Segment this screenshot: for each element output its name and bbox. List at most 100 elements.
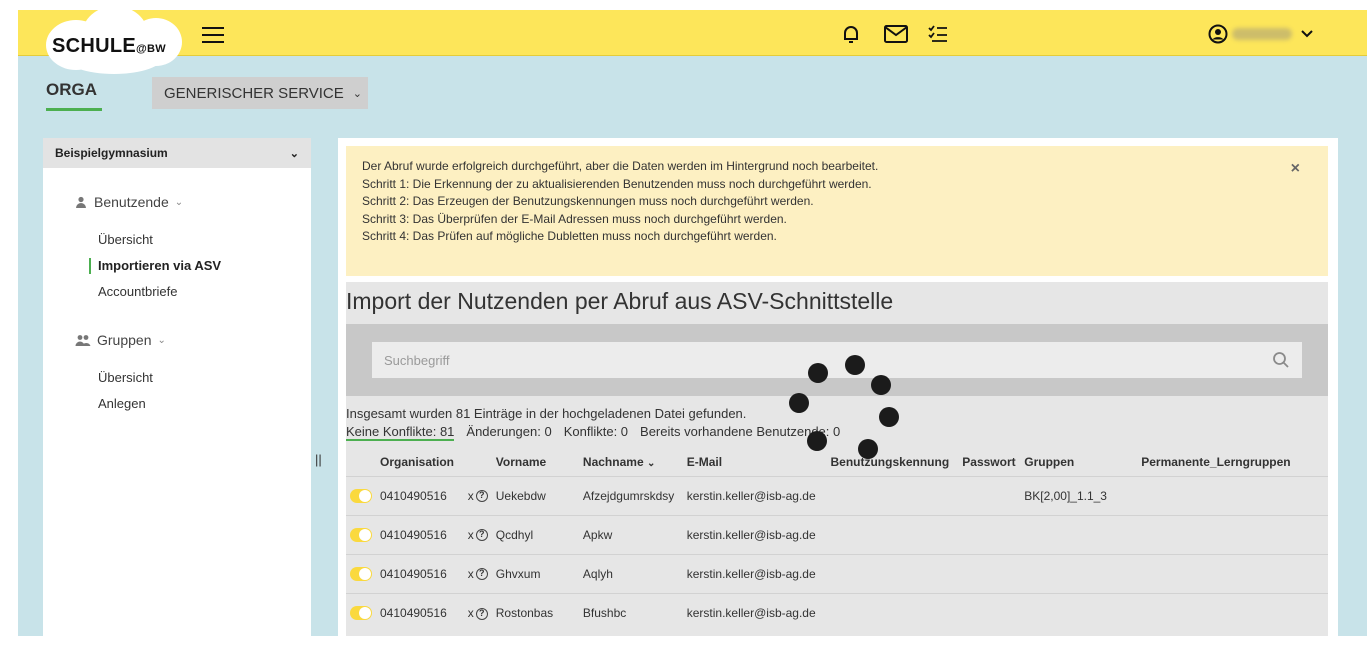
page-title: Import der Nutzenden per Abruf aus ASV-S… bbox=[346, 288, 894, 314]
logo-main: SCHULE bbox=[52, 35, 137, 57]
cell-gruppen: BK[2,00]_1.1_3 bbox=[1020, 475, 1138, 515]
cell-vorname: Ghvxum bbox=[491, 553, 579, 593]
checklist-icon[interactable] bbox=[926, 22, 950, 46]
cell-gruppen bbox=[1020, 553, 1138, 593]
filter-keine-konflikte[interactable]: Keine Konflikte: 81 bbox=[346, 424, 455, 441]
header-nachname-label: Nachname bbox=[582, 454, 644, 469]
cell-benutzungskennung bbox=[826, 592, 959, 632]
cell-permanente-lerngruppen bbox=[1137, 553, 1328, 593]
alert-line: Schritt 1: Die Erkennung der zu aktualis… bbox=[362, 176, 872, 191]
orga-tab[interactable]: ORGA bbox=[46, 80, 97, 100]
sidebar-item-uebersicht[interactable]: Übersicht bbox=[98, 232, 153, 247]
app-frame: SCHULE@BW ORGA GENERISCHER SERVICE ⌄ Bei… bbox=[18, 10, 1367, 636]
service-dropdown-label: GENERISCHER SERVICE bbox=[164, 84, 344, 102]
menu-icon[interactable] bbox=[202, 27, 224, 43]
logo-suffix: @BW bbox=[136, 43, 166, 55]
cell-flags: x? bbox=[463, 553, 492, 593]
sidebar-item-gruppen-uebersicht[interactable]: Übersicht bbox=[98, 370, 153, 385]
cell-benutzungskennung bbox=[826, 514, 959, 554]
row-toggle[interactable] bbox=[350, 488, 372, 503]
active-indicator bbox=[89, 258, 91, 274]
sidebar-item-accountbriefe[interactable]: Accountbriefe bbox=[98, 284, 178, 299]
top-bar: SCHULE@BW bbox=[18, 10, 1367, 74]
mail-icon[interactable] bbox=[882, 22, 910, 46]
sidebar-item-gruppen-anlegen[interactable]: Anlegen bbox=[98, 396, 146, 411]
sort-chevron-icon: ⌄ bbox=[646, 457, 656, 469]
filter-konflikte[interactable]: Konflikte: 0 bbox=[564, 424, 628, 441]
cell-gruppen bbox=[1020, 514, 1138, 554]
chevron-down-icon: ⌄ bbox=[174, 196, 184, 208]
user-circle-icon bbox=[1208, 24, 1228, 44]
orga-tab-indicator bbox=[46, 108, 102, 111]
header-passwort[interactable]: Passwort bbox=[958, 448, 1020, 476]
cell-vorname: Qcdhyl bbox=[491, 514, 579, 554]
import-summary: Insgesamt wurden 81 Einträge in der hoch… bbox=[346, 406, 747, 421]
cell-flags: x? bbox=[463, 475, 492, 515]
cell-email: kerstin.keller@isb-ag.de bbox=[682, 553, 827, 593]
cell-benutzungskennung bbox=[826, 475, 959, 515]
cell-organisation: 0410490516 bbox=[376, 592, 464, 632]
filter-aenderungen[interactable]: Änderungen: 0 bbox=[466, 424, 551, 441]
user-menu[interactable] bbox=[1208, 23, 1314, 45]
info-alert: Der Abruf wurde erfolgreich durchgeführt… bbox=[346, 146, 1328, 276]
group-icon bbox=[75, 335, 91, 346]
school-name: Beispielgymnasium bbox=[55, 146, 168, 160]
remove-x-icon[interactable]: x bbox=[468, 567, 474, 581]
remove-x-icon[interactable]: x bbox=[468, 606, 474, 620]
cell-email: kerstin.keller@isb-ag.de bbox=[682, 592, 827, 632]
cell-email: kerstin.keller@isb-ag.de bbox=[682, 475, 827, 515]
chevron-down-icon bbox=[1301, 30, 1313, 38]
close-icon[interactable]: × bbox=[1291, 160, 1300, 178]
header-organisation[interactable]: Organisation bbox=[376, 448, 464, 476]
loading-spinner-icon bbox=[783, 355, 903, 465]
row-toggle[interactable] bbox=[350, 606, 372, 621]
alert-line: Der Abruf wurde erfolgreich durchgeführt… bbox=[362, 159, 879, 173]
search-icon[interactable] bbox=[1272, 351, 1290, 369]
cell-vorname: Uekebdw bbox=[491, 475, 579, 515]
cell-nachname: Bfushbc bbox=[578, 592, 683, 632]
remove-x-icon[interactable]: x bbox=[468, 528, 474, 542]
cell-passwort bbox=[958, 553, 1021, 593]
cell-passwort bbox=[958, 592, 1021, 632]
header-permanente-lerngruppen[interactable]: Permanente_Lerngruppen bbox=[1137, 448, 1328, 476]
cell-permanente-lerngruppen bbox=[1137, 592, 1328, 632]
cell-permanente-lerngruppen bbox=[1137, 475, 1328, 515]
row-toggle[interactable] bbox=[350, 527, 372, 542]
logo[interactable]: SCHULE@BW bbox=[52, 35, 166, 58]
help-icon[interactable]: ? bbox=[475, 529, 488, 542]
cell-permanente-lerngruppen bbox=[1137, 514, 1328, 554]
remove-x-icon[interactable]: x bbox=[468, 489, 474, 503]
help-icon[interactable]: ? bbox=[475, 490, 488, 503]
chevron-down-icon: ⌄ bbox=[157, 334, 166, 346]
cell-benutzungskennung bbox=[826, 553, 959, 593]
header-nachname[interactable]: Nachname ⌄ bbox=[579, 448, 683, 476]
alert-line: Schritt 3: Das Überprüfen der E-Mail Adr… bbox=[362, 211, 787, 226]
cell-passwort bbox=[958, 514, 1021, 554]
alert-line: Schritt 4: Das Prüfen auf mögliche Duble… bbox=[362, 229, 777, 243]
header-spacer bbox=[464, 448, 492, 476]
bell-icon[interactable] bbox=[839, 22, 863, 46]
cell-passwort bbox=[958, 475, 1021, 515]
table-row: 0410490516 x? Uekebdw Afzejdgumrskdsy ke… bbox=[346, 475, 1328, 515]
row-toggle[interactable] bbox=[350, 566, 372, 581]
help-icon[interactable]: ? bbox=[475, 607, 488, 620]
sidebar-section-benutzende[interactable]: Benutzende ⌄ bbox=[75, 194, 183, 210]
sidebar-resize-handle[interactable]: || bbox=[315, 452, 322, 467]
help-icon[interactable]: ? bbox=[475, 568, 488, 581]
user-name-blurred bbox=[1232, 28, 1292, 40]
cell-organisation: 0410490516 bbox=[376, 475, 464, 515]
school-dropdown[interactable]: Beispielgymnasium ⌄ bbox=[43, 138, 311, 168]
cell-nachname: Apkw bbox=[578, 514, 683, 554]
sidebar-section-gruppen[interactable]: Gruppen ⌄ bbox=[75, 332, 166, 348]
cell-organisation: 0410490516 bbox=[376, 553, 464, 593]
chevron-down-icon: ⌄ bbox=[289, 147, 299, 160]
sidebar-section-label: Benutzende bbox=[94, 194, 169, 210]
header-toggle bbox=[346, 448, 376, 476]
table-row: 0410490516 x? Rostonbas Bfushbc kerstin.… bbox=[346, 592, 1328, 632]
service-dropdown[interactable]: GENERISCHER SERVICE ⌄ bbox=[152, 77, 368, 109]
sidebar-item-importieren-asv[interactable]: Importieren via ASV bbox=[98, 258, 221, 273]
cell-organisation: 0410490516 bbox=[376, 514, 464, 554]
header-gruppen[interactable]: Gruppen bbox=[1020, 448, 1137, 476]
header-vorname[interactable]: Vorname bbox=[492, 448, 579, 476]
alert-line: Schritt 2: Das Erzeugen der Benutzungske… bbox=[362, 194, 814, 208]
